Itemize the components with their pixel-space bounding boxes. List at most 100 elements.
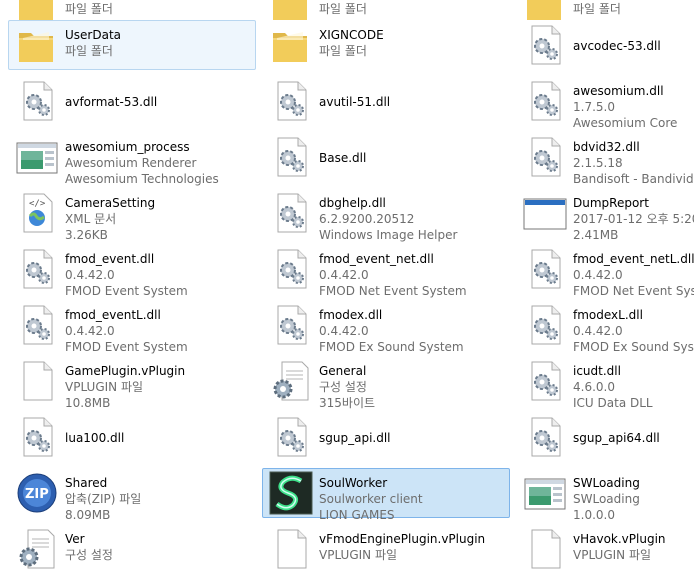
file-type: Soulworker client [319, 492, 423, 506]
file-item-text: UserData 파일 폴더 [65, 27, 255, 59]
file-detail [573, 563, 694, 579]
file-type: 0.4.42.0 [319, 324, 369, 338]
file-item[interactable]: GamePlugin.vPlugin VPLUGIN 파일 10.8MB [8, 356, 256, 410]
file-item-text: GamePlugin.vPlugin VPLUGIN 파일 10.8MB [65, 363, 255, 411]
zip-icon: ZIP [15, 471, 59, 515]
file-name: fmodexL.dll [573, 308, 643, 322]
file-item-text: avcodec-53.dll [573, 38, 694, 54]
file-item[interactable]: fmod_event.dll 0.4.42.0 FMOD Event System [8, 244, 256, 298]
file-item-text: vFmodEnginePlugin.vPlugin VPLUGIN 파일 [319, 531, 509, 579]
dll-gear-icon [523, 135, 567, 179]
file-item[interactable]: fmodexL.dll 0.4.42.0 FMOD Ex Sound System [516, 300, 694, 354]
dll-gear-icon [269, 135, 313, 179]
file-item-text: fmod_event_netL.dll 0.4.42.0 FMOD Net Even… [573, 251, 694, 299]
file-name: vFmodEnginePlugin.vPlugin [319, 532, 486, 546]
file-item[interactable]: awesomium.dll 1.7.5.0 Awesomium Core [516, 76, 694, 130]
file-type: 0.4.42.0 [319, 268, 369, 282]
file-detail: 2.41MB [573, 228, 619, 242]
file-name: fmod_event.dll [65, 252, 155, 266]
file-item[interactable]: avformat-53.dll [8, 76, 256, 126]
file-item-text: icudt.dll 4.6.0.0 ICU Data DLL [573, 363, 694, 411]
file-item-text: dbghelp.dll 6.2.9200.20512 Windows Image H… [319, 195, 509, 243]
file-name: avcodec-53.dll [573, 39, 661, 53]
file-item-text: lua100.dll [65, 430, 255, 446]
file-item[interactable]: avutil-51.dll [262, 76, 510, 126]
file-name: GamePlugin.vPlugin [65, 364, 186, 378]
file-name: sgup_api.dll [319, 431, 391, 445]
dll-gear-icon [269, 415, 313, 459]
file-detail: 315바이트 [319, 396, 376, 410]
file-type: 6.2.9200.20512 [319, 212, 415, 226]
file-detail: FMOD Event System [65, 284, 188, 298]
app-window-icon [523, 471, 567, 515]
file-item[interactable]: icudt.dll 4.6.0.0 ICU Data DLL [516, 356, 694, 410]
file-name: fmod_eventL.dll [65, 308, 161, 322]
dll-gear-icon [523, 303, 567, 347]
file-item[interactable]: UserData 파일 폴더 [8, 20, 256, 70]
file-name: lua100.dll [65, 431, 125, 445]
file-detail: Windows Image Helper [319, 228, 458, 242]
file-name: bdvid32.dll [573, 140, 640, 154]
file-type: 0.4.42.0 [573, 324, 623, 338]
file-detail: 1.0.0.0 [573, 508, 615, 522]
file-type: VPLUGIN 파일 [573, 548, 652, 562]
file-detail [65, 563, 255, 579]
file-item[interactable]: DumpReport 2017-01-12 오후 5:20 2.41MB [516, 188, 694, 242]
file-item[interactable]: awesomium_process Awesomium Renderer Aweso… [8, 132, 256, 186]
file-name: Ver [65, 532, 85, 546]
file-type: 구성 설정 [319, 380, 367, 394]
soulworker-logo-icon [269, 471, 313, 515]
file-item-text: awesomium.dll 1.7.5.0 Awesomium Core [573, 83, 694, 131]
file-item[interactable]: fmod_event_netL.dll 0.4.42.0 FMOD Net Even… [516, 244, 694, 298]
file-item[interactable]: </> CameraSetting XML 문서 3.26KB [8, 188, 256, 242]
file-item[interactable]: vFmodEnginePlugin.vPlugin VPLUGIN 파일 [262, 524, 510, 574]
file-detail: FMOD Ex Sound System [573, 340, 694, 354]
file-item[interactable]: fmod_event_net.dll 0.4.42.0 FMOD Net Event… [262, 244, 510, 298]
file-name: fmodex.dll [319, 308, 383, 322]
app-window-icon [15, 135, 59, 179]
file-detail: Awesomium Core [573, 116, 678, 130]
file-type: SWLoading [573, 492, 640, 506]
file-item[interactable]: dbghelp.dll 6.2.9200.20512 Windows Image H… [262, 188, 510, 242]
file-type: 구성 설정 [65, 548, 113, 562]
config-gear-icon [15, 527, 59, 571]
file-detail: LION GAMES [319, 508, 395, 522]
file-item[interactable]: sgup_api.dll [262, 412, 510, 462]
file-name: awesomium_process [65, 140, 190, 154]
file-item[interactable]: sgup_api64.dll [516, 412, 694, 462]
file-name: sgup_api64.dll [573, 431, 660, 445]
file-item[interactable]: XIGNCODE 파일 폴더 [262, 20, 510, 70]
file-name: awesomium.dll [573, 84, 664, 98]
file-item[interactable]: bdvid32.dll 2.1.5.18 Bandisoft - Bandivide… [516, 132, 694, 186]
file-item-text: fmod_event_net.dll 0.4.42.0 FMOD Net Event… [319, 251, 509, 299]
file-name: SWLoading [573, 476, 640, 490]
file-item[interactable]: fmodex.dll 0.4.42.0 FMOD Ex Sound System [262, 300, 510, 354]
file-item[interactable]: vHavok.vPlugin VPLUGIN 파일 [516, 524, 694, 574]
file-item[interactable]: ZIP Shared 압축(ZIP) 파일 8.09MB [8, 468, 256, 522]
file-item[interactable]: SoulWorker Soulworker client LION GAMES [262, 468, 510, 522]
file-detail: ICU Data DLL [573, 396, 653, 410]
file-item[interactable]: General 구성 설정 315바이트 [262, 356, 510, 410]
file-name: Base.dll [319, 151, 367, 165]
file-item[interactable]: fmod_eventL.dll 0.4.42.0 FMOD Event System [8, 300, 256, 354]
dll-gear-icon [523, 79, 567, 123]
file-item[interactable]: Base.dll [262, 132, 510, 182]
file-type: 파일 폴더 [319, 44, 367, 58]
dll-gear-icon [523, 415, 567, 459]
file-item-text: fmodex.dll 0.4.42.0 FMOD Ex Sound System [319, 307, 509, 355]
file-item-text: DumpReport 2017-01-12 오후 5:20 2.41MB [573, 195, 694, 243]
file-item[interactable]: Ver 구성 설정 [8, 524, 256, 574]
file-type: 파일 폴더 [573, 2, 621, 16]
file-item-text: sgup_api.dll [319, 430, 509, 446]
file-item[interactable]: lua100.dll [8, 412, 256, 462]
file-item[interactable]: avcodec-53.dll [516, 20, 694, 70]
folder-icon [269, 23, 313, 67]
file-name: dbghelp.dll [319, 196, 386, 210]
file-type: Awesomium Renderer [65, 156, 197, 170]
file-item-text: CameraSetting XML 문서 3.26KB [65, 195, 255, 243]
file-item-text: SWLoading SWLoading 1.0.0.0 [573, 475, 694, 523]
folder-icon [15, 23, 59, 67]
file-item-text: fmod_event.dll 0.4.42.0 FMOD Event System [65, 251, 255, 299]
blank-file-icon [15, 359, 59, 403]
file-item[interactable]: SWLoading SWLoading 1.0.0.0 [516, 468, 694, 522]
